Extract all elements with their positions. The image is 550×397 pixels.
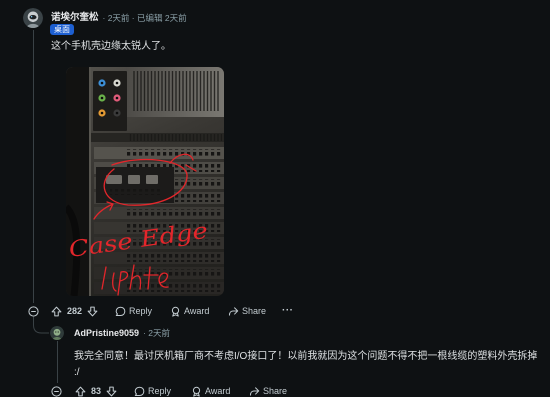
comment-body: 这个手机壳边缘太锐人了。 xyxy=(51,41,171,52)
reply-label: Reply xyxy=(129,306,153,316)
vote-controls: 83 xyxy=(75,385,117,397)
pc-case-photo: Case Edge xyxy=(66,67,224,296)
reply-button[interactable]: Reply xyxy=(134,385,171,397)
reply-label: Reply xyxy=(148,386,172,396)
award-icon xyxy=(191,386,202,397)
downvote-icon[interactable] xyxy=(106,386,117,397)
comment-image[interactable]: Case Edge xyxy=(66,67,224,296)
award-label: Award xyxy=(205,386,231,396)
reply-action-bar: 83 Reply Award Share xyxy=(0,385,550,397)
vote-score: 282 xyxy=(67,306,83,316)
award-icon xyxy=(170,306,181,317)
comment-icon xyxy=(115,306,126,317)
comment-header: 诺埃尔奎松 · 2天前 · 已编辑 2天前 xyxy=(51,12,187,24)
upvote-icon[interactable] xyxy=(51,306,62,317)
reply-body: 我完全同意！最讨厌机箱厂商不考虑I/O接口了！以前我就因为这个问题不得不把一根线… xyxy=(74,351,538,378)
vote-controls: 282 xyxy=(51,305,98,317)
reply-header: AdPristine9059 · 2天前 xyxy=(74,327,170,339)
comment-action-bar: 282 Reply Award Share ··· xyxy=(0,305,550,317)
comment-icon xyxy=(134,386,145,397)
reply-author[interactable]: AdPristine9059 xyxy=(74,327,139,339)
comment-meta: · 2天前 · 已编辑 2天前 xyxy=(102,13,187,23)
share-label: Share xyxy=(263,386,288,396)
award-button[interactable]: Award xyxy=(191,385,230,397)
reply-meta: · 2天前 xyxy=(143,328,170,338)
comment-author[interactable]: 诺埃尔奎松 xyxy=(51,12,99,24)
user-flair: 桌面 xyxy=(50,24,74,35)
downvote-icon[interactable] xyxy=(87,306,98,317)
vote-score: 83 xyxy=(91,386,102,396)
user-avatar[interactable] xyxy=(23,8,43,28)
share-icon xyxy=(249,386,260,397)
more-options-button[interactable]: ··· xyxy=(282,305,294,317)
reply-button[interactable]: Reply xyxy=(115,305,152,317)
share-button[interactable]: Share xyxy=(249,385,287,397)
upvote-icon[interactable] xyxy=(75,386,86,397)
share-label: Share xyxy=(242,306,267,316)
share-icon xyxy=(228,306,239,317)
share-button[interactable]: Share xyxy=(228,305,266,317)
collapse-button[interactable] xyxy=(51,385,62,397)
collapse-button[interactable] xyxy=(28,305,39,317)
award-button[interactable]: Award xyxy=(170,305,209,317)
collapse-icon xyxy=(28,305,39,317)
thread-connector xyxy=(33,317,49,334)
award-label: Award xyxy=(184,306,210,316)
reply-user-avatar[interactable] xyxy=(50,326,64,340)
collapse-icon xyxy=(51,385,62,397)
